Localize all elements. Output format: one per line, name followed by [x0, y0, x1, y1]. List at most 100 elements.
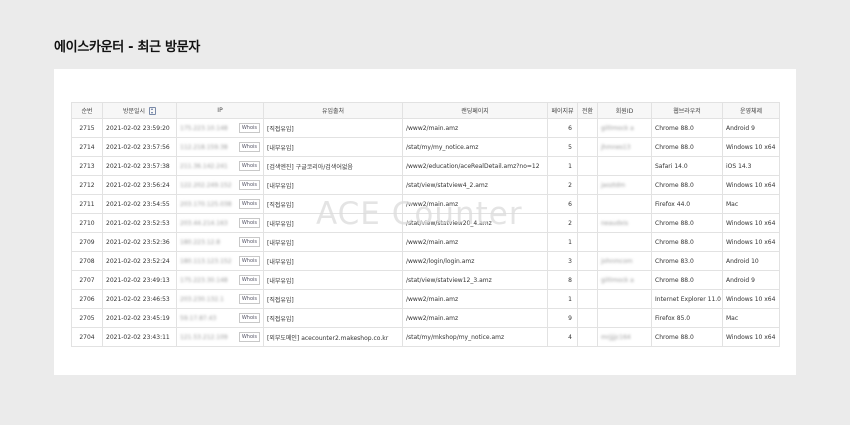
cell-conversion	[577, 251, 598, 271]
cell-landing-page[interactable]: /www2/main.amz	[402, 289, 548, 309]
cell-landing-page[interactable]: /www2/main.amz	[402, 194, 548, 214]
cell-member-id	[597, 156, 652, 176]
table-row: 2711 2021-02-02 23:54:55 203.170.125.038 Wh…	[71, 194, 780, 214]
cell-pageviews: 2	[547, 213, 578, 233]
table-row: 2712 2021-02-02 23:56:24 122.202.249.152 Wh…	[71, 175, 780, 195]
cell-member-id: jhmnes13	[597, 137, 652, 157]
cell-pageviews: 8	[547, 270, 578, 290]
cell-conversion	[577, 289, 598, 309]
cell-conversion	[577, 118, 598, 138]
cell-pageviews: 6	[547, 118, 578, 138]
ip-address: 121.53.212.109	[180, 333, 228, 341]
cell-no: 2710	[71, 213, 103, 233]
table-row: 2714 2021-02-02 23:57:56 112.218.159.38 Who…	[71, 137, 780, 157]
cell-landing-page[interactable]: /www2/main.amz	[402, 118, 548, 138]
cell-source: [내부유입]	[263, 232, 403, 252]
cell-member-id	[597, 232, 652, 252]
cell-browser: Chrome 88.0	[651, 270, 723, 290]
cell-no: 2704	[71, 327, 103, 347]
col-header-landing: 랜딩페이지	[402, 102, 548, 119]
cell-no: 2713	[71, 156, 103, 176]
table-row: 2706 2021-02-02 23:46:53 203.230.132.1 Whoi…	[71, 289, 780, 309]
cell-ip: 203.170.125.038 Whois	[176, 194, 264, 214]
cell-ip: 121.53.212.109 Whois	[176, 327, 264, 347]
ip-address: 203.230.132.1	[180, 295, 224, 303]
ip-address: 112.218.159.38	[180, 143, 228, 151]
cell-landing-page[interactable]: /www2/main.amz	[402, 308, 548, 328]
cell-conversion	[577, 308, 598, 328]
cell-landing-page[interactable]: /stat/view/statview4_2.amz	[402, 175, 548, 195]
whois-button[interactable]: Whois	[238, 161, 260, 171]
cell-no: 2707	[71, 270, 103, 290]
page-title: 에이스카운터 - 최근 방문자	[54, 40, 201, 55]
cell-os: Windows 10 x64	[722, 175, 780, 195]
whois-button[interactable]: Whois	[238, 218, 260, 228]
table-row: 2715 2021-02-02 23:59:20 175.223.10.148 Who…	[71, 118, 780, 138]
table-row: 2710 2021-02-02 23:52:53 203.44.214.163 Who…	[71, 213, 780, 233]
cell-browser: Chrome 88.0	[651, 327, 723, 347]
ip-address: 59.17.87.43	[180, 314, 217, 322]
whois-button[interactable]: Whois	[238, 313, 260, 323]
cell-member-id: gil0mock a	[597, 270, 652, 290]
col-header-source: 유입출처	[263, 102, 403, 119]
cell-pageviews: 6	[547, 194, 578, 214]
whois-button[interactable]: Whois	[238, 294, 260, 304]
cell-os: Windows 10 x64	[722, 213, 780, 233]
cell-source: [직접유입]	[263, 118, 403, 138]
cell-browser: Chrome 83.0	[651, 251, 723, 271]
cell-visit-time: 2021-02-02 23:46:53	[102, 289, 177, 309]
cell-pageviews: 2	[547, 175, 578, 195]
cell-conversion	[577, 175, 598, 195]
cell-browser: Firefox 85.0	[651, 308, 723, 328]
cell-pageviews: 4	[547, 327, 578, 347]
cell-os: Mac	[722, 194, 780, 214]
sort-icon[interactable]	[149, 107, 157, 116]
member-id: johnmcom	[601, 257, 633, 265]
cell-pageviews: 3	[547, 251, 578, 271]
cell-landing-page[interactable]: /stat/view/statview20_4.amz	[402, 213, 548, 233]
whois-button[interactable]: Whois	[238, 123, 260, 133]
cell-landing-page[interactable]: /stat/my/mkshop/my_notice.amz	[402, 327, 548, 347]
cell-browser: Chrome 88.0	[651, 137, 723, 157]
ip-address: 175.223.30.148	[180, 276, 228, 284]
cell-visit-time: 2021-02-02 23:52:36	[102, 232, 177, 252]
cell-os: Windows 10 x64	[722, 289, 780, 309]
cell-no: 2711	[71, 194, 103, 214]
whois-button[interactable]: Whois	[238, 332, 260, 342]
cell-landing-page[interactable]: /www2/education/aceRealDetail.amz?no=12	[402, 156, 548, 176]
cell-landing-page[interactable]: /stat/my/my_notice.amz	[402, 137, 548, 157]
ip-address: 211.36.142.241	[180, 162, 228, 170]
ip-address: 175.223.10.148	[180, 124, 228, 132]
whois-button[interactable]: Whois	[238, 237, 260, 247]
cell-conversion	[577, 194, 598, 214]
cell-landing-page[interactable]: /stat/view/statview12_3.amz	[402, 270, 548, 290]
cell-landing-page[interactable]: /www2/main.amz	[402, 232, 548, 252]
cell-visit-time: 2021-02-02 23:52:24	[102, 251, 177, 271]
cell-pageviews: 9	[547, 308, 578, 328]
cell-member-id: neaudxis	[597, 213, 652, 233]
cell-conversion	[577, 327, 598, 347]
cell-os: Windows 10 x64	[722, 137, 780, 157]
whois-button[interactable]: Whois	[238, 275, 260, 285]
whois-button[interactable]: Whois	[238, 199, 260, 209]
whois-button[interactable]: Whois	[238, 256, 260, 266]
cell-landing-page[interactable]: /www2/login/login.amz	[402, 251, 548, 271]
cell-os: Windows 10 x64	[722, 327, 780, 347]
cell-ip: 175.223.10.148 Whois	[176, 118, 264, 138]
col-header-visit-time[interactable]: 방문일시	[102, 102, 177, 119]
cell-visit-time: 2021-02-02 23:49:13	[102, 270, 177, 290]
cell-visit-time: 2021-02-02 23:57:56	[102, 137, 177, 157]
col-header-pageviews: 페이지뷰	[547, 102, 578, 119]
whois-button[interactable]: Whois	[238, 142, 260, 152]
cell-member-id	[597, 308, 652, 328]
cell-conversion	[577, 232, 598, 252]
whois-button[interactable]: Whois	[238, 180, 260, 190]
member-id: gil0mock a	[601, 124, 634, 132]
col-header-visit-time-label: 방문일시	[122, 107, 146, 115]
cell-pageviews: 1	[547, 289, 578, 309]
cell-source: [내부유입]	[263, 175, 403, 195]
cell-member-id	[597, 194, 652, 214]
cell-conversion	[577, 270, 598, 290]
cell-ip: 203.44.214.163 Whois	[176, 213, 264, 233]
cell-conversion	[577, 137, 598, 157]
